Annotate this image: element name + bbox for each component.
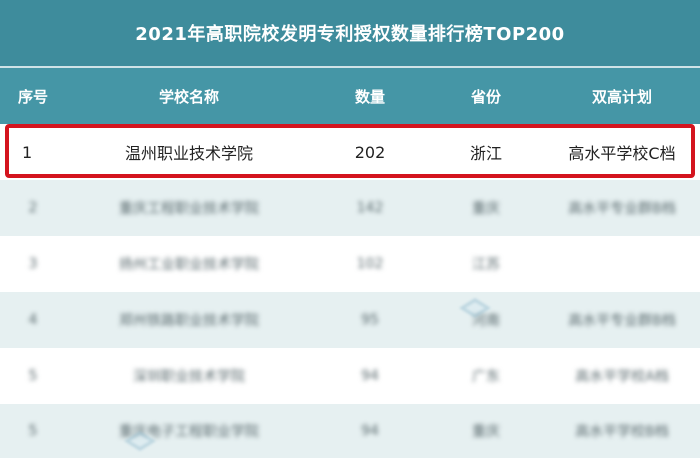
cell-count: 94 <box>361 368 379 384</box>
header-school: 学校名称 <box>158 87 219 106</box>
cell-count: 95 <box>361 312 379 328</box>
cell-school: 深圳职业技术学院 <box>133 369 245 385</box>
header-rank: 序号 <box>17 87 48 106</box>
ranking-table: 2021年高职院校发明专利授权数量排行榜TOP200 序号 学校名称 数量 省份… <box>0 0 700 458</box>
cell-count: 94 <box>361 423 379 439</box>
cell-province: 广东 <box>472 369 500 385</box>
cell-province: 江苏 <box>472 257 500 273</box>
cell-plan: 高水平学校B档 <box>575 424 669 440</box>
cell-rank: 4 <box>28 312 38 328</box>
table-row: 5 重庆电子工程职业学院 94 重庆 高水平学校B档 <box>0 404 700 458</box>
cell-count: 202 <box>354 142 386 162</box>
cell-plan: 高水平学校C档 <box>568 144 676 163</box>
cell-school: 扬州工业职业技术学院 <box>119 257 259 273</box>
header-province: 省份 <box>470 87 501 106</box>
cell-count: 142 <box>356 200 384 216</box>
cell-count: 102 <box>356 256 384 272</box>
watermark-logo-icon <box>124 431 156 451</box>
cell-school: 重庆电子工程职业学院 <box>119 424 259 440</box>
table-row: 3 扬州工业职业技术学院 102 江苏 <box>0 236 700 292</box>
cell-school: 温州职业技术学院 <box>124 144 253 163</box>
cell-rank: 5 <box>28 423 38 439</box>
table-title: 2021年高职院校发明专利授权数量排行榜TOP200 <box>0 0 700 66</box>
cell-rank: 3 <box>28 256 38 272</box>
cell-school: 郑州铁路职业技术学院 <box>119 313 259 329</box>
cell-plan <box>544 236 700 292</box>
cell-plan: 高水平专业群B档 <box>568 201 676 217</box>
cell-province: 重庆 <box>472 424 500 440</box>
cell-rank: 1 <box>22 142 33 162</box>
table-row: 4 郑州铁路职业技术学院 95 河南 高水平专业群B档 <box>0 292 700 348</box>
cell-province: 重庆 <box>472 201 500 217</box>
cell-rank: 5 <box>28 368 38 384</box>
table-row-highlighted: 1 温州职业技术学院 202 浙江 高水平学校C档 <box>0 124 700 180</box>
header-count: 数量 <box>354 87 385 106</box>
cell-plan: 高水平专业群B档 <box>568 313 676 329</box>
cell-plan: 高水平学校A档 <box>575 369 669 385</box>
table-header: 序号 学校名称 数量 省份 双高计划 <box>0 66 700 124</box>
table-row: 5 深圳职业技术学院 94 广东 高水平学校A档 <box>0 348 700 404</box>
table-title-text: 2021年高职院校发明专利授权数量排行榜TOP200 <box>135 24 565 45</box>
cell-province: 浙江 <box>469 144 502 163</box>
cell-rank: 2 <box>28 200 38 216</box>
cell-school: 重庆工程职业技术学院 <box>119 201 259 217</box>
header-plan: 双高计划 <box>591 87 652 106</box>
table-row: 2 重庆工程职业技术学院 142 重庆 高水平专业群B档 <box>0 180 700 236</box>
watermark-logo-icon <box>459 298 491 318</box>
